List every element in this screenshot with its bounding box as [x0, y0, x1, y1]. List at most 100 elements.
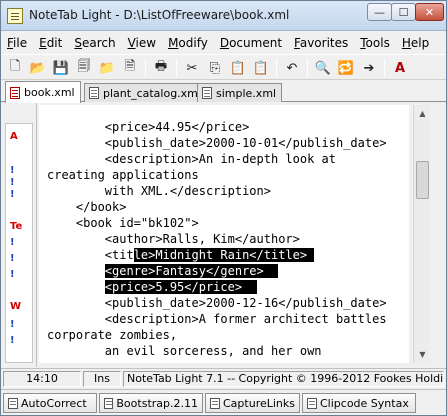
minimize-button[interactable]: — [367, 3, 392, 21]
save-icon[interactable]: 💾 [51, 58, 71, 78]
menu-accelerator: H [401, 36, 411, 50]
document-tabs: book.xml plant_catalog.xml simple.xml [1, 81, 446, 103]
menu-document[interactable]: Document [214, 32, 288, 54]
cut-icon[interactable]: ✂ [182, 58, 202, 78]
menu-help[interactable]: Help [396, 32, 435, 54]
code-line[interactable]: <price>44.95</price> [47, 119, 387, 135]
cursor-position: 14:10 [3, 371, 81, 387]
close-button[interactable]: ✕ [415, 3, 444, 21]
replace-icon[interactable]: 🔁 [336, 58, 356, 78]
code-line[interactable]: <publish_date>2000-10-01</publish_date> [47, 135, 387, 151]
clipbook-list[interactable]: A ! ! ! Te ! ! ! W ! ! [5, 123, 33, 363]
code-line[interactable]: an evil sorceress, and her own [47, 343, 387, 359]
clip-marker: ! [10, 177, 15, 188]
scroll-down-arrow-icon[interactable]: ▼ [414, 346, 431, 363]
scroll-up-arrow-icon[interactable]: ▲ [414, 105, 431, 122]
copy-icon[interactable]: ⎘ [205, 58, 225, 78]
code-text: <author>Ralls, Kim</author> [47, 232, 300, 246]
find-next-icon[interactable]: ➔ [359, 58, 379, 78]
clip-marker: ! [10, 319, 15, 330]
undo-icon[interactable]: ↶ [282, 58, 302, 78]
code-line[interactable]: <description>An in-depth look at [47, 151, 387, 167]
tab-plant-catalog-xml[interactable]: plant_catalog.xml [84, 83, 207, 102]
code-text: creating applications [47, 168, 199, 182]
menu-accelerator: V [127, 36, 136, 50]
text-font-icon[interactable]: A [390, 58, 410, 78]
new-document-icon[interactable]: 🗋 [5, 58, 25, 78]
minimize-icon: — [374, 5, 385, 19]
find-icon[interactable]: 🔍 [313, 58, 333, 78]
paste-special-icon[interactable]: 📋 [251, 58, 271, 78]
code-text: <tit [47, 248, 134, 262]
menu-label-rest: elp [410, 36, 430, 50]
status-message: NoteTab Light 7.1 -- Copyright © 1996-20… [123, 371, 444, 387]
insert-mode[interactable]: Ins [83, 371, 121, 387]
code-line[interactable]: creating applications [47, 167, 387, 183]
code-text: <book id="bk102"> [47, 216, 199, 230]
title-bar[interactable]: NoteTab Light - D:\ListOfFreeware\book.x… [1, 1, 446, 31]
menu-accelerator: E [39, 36, 47, 50]
code-text: <price>44.95</price> [47, 120, 250, 134]
menu-accelerator: M [168, 36, 179, 50]
menu-file[interactable]: File [1, 32, 33, 54]
xml-document-icon [10, 86, 20, 99]
paste-icon[interactable]: 📋 [228, 58, 248, 78]
clip-marker: ! [10, 237, 15, 248]
clipbook-clipcode-syntax-button[interactable]: Clipcode Syntax [302, 393, 416, 413]
open-favorite-icon[interactable]: 📁 [97, 58, 117, 78]
code-line[interactable]: </book> [47, 199, 387, 215]
menu-view[interactable]: View [122, 32, 162, 54]
menu-edit[interactable]: Edit [33, 32, 68, 54]
print-icon[interactable]: 🖶 [151, 58, 171, 78]
file-path: D:\ListOfFreeware\book.xml [123, 8, 290, 22]
menu-favorites[interactable]: Favorites [288, 32, 354, 54]
tab-label: book.xml [24, 86, 75, 99]
scroll-thumb[interactable] [416, 161, 429, 199]
tab-book-xml[interactable]: book.xml [5, 81, 81, 103]
clipbook-bootstrap-button[interactable]: Bootstrap.2.11 [99, 393, 203, 413]
clipbook-icon [8, 397, 18, 409]
save-all-icon[interactable]: 🗐 [74, 58, 94, 78]
vertical-scrollbar[interactable]: ▲ ▼ [413, 105, 430, 363]
status-bar: 14:10 Ins NoteTab Light 7.1 -- Copyright… [1, 368, 446, 388]
notetab-app-icon[interactable] [7, 8, 23, 24]
clipbook-autocorrect-button[interactable]: AutoCorrect [3, 393, 97, 413]
maximize-button[interactable]: ☐ [391, 3, 416, 21]
code-line[interactable]: corporate zombies, [47, 327, 387, 343]
menu-label-rest: iew [135, 36, 157, 50]
document-properties-icon[interactable]: 🗎 [120, 58, 140, 78]
menu-label-rest: odify [178, 36, 208, 50]
menu-tools[interactable]: Tools [354, 32, 396, 54]
tab-simple-xml[interactable]: simple.xml [197, 83, 283, 102]
code-line[interactable]: with XML.</description> [47, 183, 387, 199]
code-line[interactable]: <description>A former architect battles [47, 311, 387, 327]
code-line[interactable]: <title>Midnight Rain</title> [47, 247, 387, 263]
selected-text: le>Midnight Rain</title> [133, 248, 315, 262]
clipbook-capturelinks-button[interactable]: CaptureLinks [205, 393, 300, 413]
tab-label: plant_catalog.xml [103, 86, 201, 100]
code-line[interactable]: <book id="bk102"> [47, 215, 387, 231]
menu-search[interactable]: Search [68, 32, 121, 54]
code-content[interactable]: <price>44.95</price> <publish_date>2000-… [47, 119, 387, 359]
close-icon: ✕ [424, 5, 435, 19]
menu-bar: File Edit Search View Modify Document Favorite… [1, 32, 446, 54]
code-line[interactable]: <author>Ralls, Kim</author> [47, 231, 387, 247]
clip-marker: ! [10, 335, 15, 346]
text-editor[interactable]: <price>44.95</price> <publish_date>2000-… [39, 105, 409, 363]
code-line[interactable]: <publish_date>2000-12-16</publish_date> [47, 295, 387, 311]
menu-label-rest: dit [46, 36, 63, 50]
code-text: <publish_date>2000-10-01</publish_date> [47, 136, 387, 150]
menu-modify[interactable]: Modify [162, 32, 214, 54]
menu-accelerator: S [74, 36, 82, 50]
clipbook-label: Clipcode Syntax [320, 396, 409, 410]
open-folder-icon[interactable]: 📂 [28, 58, 48, 78]
clip-marker: Te [10, 221, 23, 232]
code-line[interactable]: <genre>Fantasy</genre> [47, 263, 387, 279]
clipbook-icon [307, 397, 317, 409]
selected-text: <price>5.95</price> [104, 280, 257, 294]
menu-accelerator: D [219, 36, 230, 50]
code-text: <description>A former architect battles [47, 312, 387, 326]
code-line[interactable]: <price>5.95</price> [47, 279, 387, 295]
